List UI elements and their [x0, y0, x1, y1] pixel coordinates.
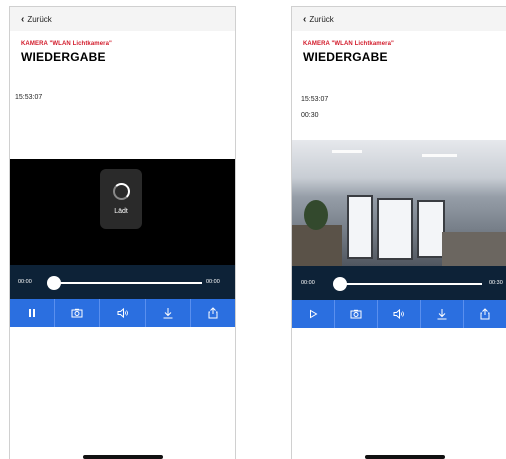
timeline-end-time: 00:00 [206, 279, 220, 285]
ceiling-light [332, 150, 362, 153]
back-label: Zurück [309, 15, 334, 24]
chevron-left-icon: ‹ [303, 13, 307, 25]
spinner-icon [112, 183, 130, 200]
seek-track[interactable] [50, 282, 202, 284]
video-player[interactable] [292, 140, 506, 266]
play-icon [310, 309, 318, 319]
page-title: WIEDERGABE [21, 50, 106, 64]
back-label: Zurück [27, 15, 52, 24]
audio-button[interactable] [378, 300, 421, 328]
seek-knob[interactable] [333, 277, 347, 291]
snapshot-button[interactable] [335, 300, 378, 328]
back-button[interactable]: ‹ Zurück [303, 13, 334, 25]
share-button[interactable] [191, 299, 235, 327]
audio-button[interactable] [100, 299, 146, 327]
chevron-left-icon: ‹ [21, 13, 25, 25]
back-button[interactable]: ‹ Zurück [21, 13, 52, 25]
play-button[interactable] [292, 300, 335, 328]
nav-bar: ‹ Zurück [10, 7, 235, 31]
seek-knob[interactable] [47, 276, 61, 290]
phone-screen-left: ‹ Zurück KAMERA "WLAN Lichtkamera" WIEDE… [9, 6, 236, 459]
control-bar [10, 299, 235, 327]
timeline-current-time: 00:00 [18, 279, 32, 285]
snapshot-icon [350, 309, 362, 319]
pause-icon [29, 309, 36, 317]
recording-duration: 00:30 [301, 112, 319, 119]
speaker-icon [393, 308, 404, 320]
camera-name: KAMERA "WLAN Lichtkamera" [21, 41, 112, 47]
video-player[interactable]: Lädt [10, 159, 235, 265]
loading-label: Lädt [114, 208, 128, 215]
share-icon [208, 307, 218, 319]
loading-indicator: Lädt [100, 169, 142, 229]
office-desk [292, 225, 342, 266]
window [347, 195, 373, 259]
timeline-end-time: 00:30 [489, 280, 503, 286]
camera-name: KAMERA "WLAN Lichtkamera" [303, 41, 394, 47]
nav-bar: ‹ Zurück [292, 7, 506, 31]
download-icon [437, 309, 447, 320]
timeline-current-time: 00:00 [301, 280, 315, 286]
ceiling-light [422, 154, 457, 157]
office-desk [442, 232, 506, 266]
playback-timeline: 00:00 00:00 [10, 265, 235, 299]
phone-screen-right: ‹ Zurück KAMERA "WLAN Lichtkamera" WIEDE… [291, 6, 506, 459]
control-bar [292, 300, 506, 328]
download-button[interactable] [146, 299, 191, 327]
playback-timeline: 00:00 00:30 [292, 266, 506, 300]
share-button[interactable] [464, 300, 506, 328]
download-icon [163, 308, 173, 319]
recording-time: 15:53:07 [15, 94, 43, 101]
recording-time: 15:53:07 [301, 96, 329, 103]
download-button[interactable] [421, 300, 464, 328]
home-indicator [365, 455, 445, 459]
window [417, 200, 445, 258]
pause-button[interactable] [10, 299, 56, 327]
page-title: WIEDERGABE [303, 50, 388, 64]
window [377, 198, 413, 260]
seek-track[interactable] [336, 283, 482, 285]
snapshot-icon [71, 308, 83, 318]
speaker-icon [117, 307, 128, 319]
home-indicator [83, 455, 163, 459]
plant [304, 200, 328, 230]
share-icon [480, 308, 490, 320]
snapshot-button[interactable] [55, 299, 101, 327]
